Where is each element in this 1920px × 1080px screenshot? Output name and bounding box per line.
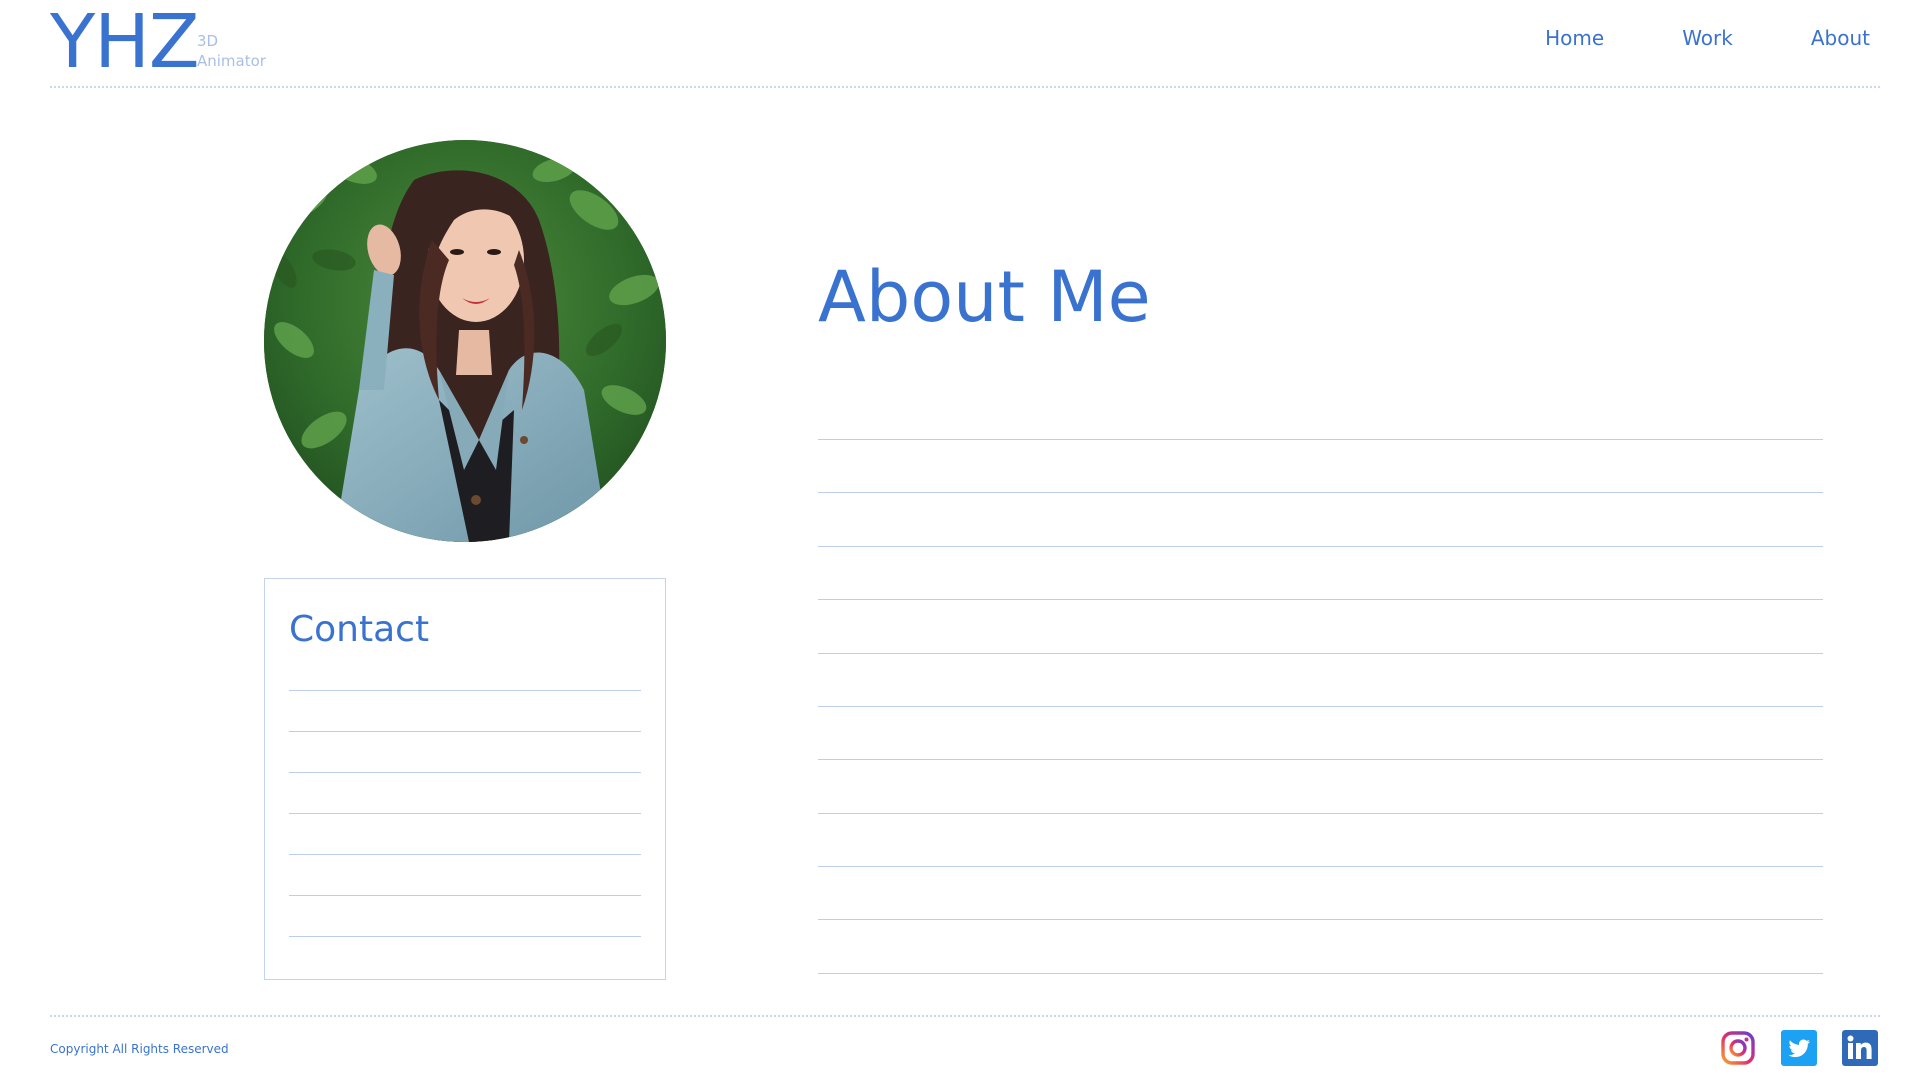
about-line [818, 973, 1823, 974]
contact-line [289, 936, 641, 937]
main-nav: Home Work About [1467, 26, 1870, 50]
site-logo[interactable]: YHZ [50, 2, 200, 82]
about-line [818, 919, 1823, 920]
site-header: YHZ 3D Animator Home Work About [50, 0, 1880, 88]
contact-line [289, 731, 641, 732]
contact-line [289, 813, 641, 814]
about-line [818, 492, 1823, 493]
nav-work[interactable]: Work [1682, 26, 1733, 50]
logo-subtitle-line-2: Animator [197, 52, 266, 70]
about-line [818, 759, 1823, 760]
twitter-icon[interactable] [1781, 1030, 1817, 1066]
contact-card: Contact [264, 578, 666, 980]
footer-divider [50, 1015, 1880, 1017]
contact-line [289, 772, 641, 773]
about-line [818, 653, 1823, 654]
about-line [818, 866, 1823, 867]
about-line [818, 599, 1823, 600]
instagram-icon[interactable] [1720, 1030, 1756, 1066]
social-links [1695, 1030, 1878, 1066]
about-title: About Me [818, 256, 1151, 338]
nav-home[interactable]: Home [1545, 26, 1604, 50]
contact-line [289, 854, 641, 855]
contact-line [289, 895, 641, 896]
profile-photo-illustration [264, 140, 666, 542]
about-line [818, 546, 1823, 547]
logo-subtitle-line-1: 3D [197, 32, 219, 50]
profile-photo [264, 140, 666, 542]
about-line [818, 706, 1823, 707]
logo-subtitle: 3D Animator [197, 31, 266, 71]
contact-title: Contact [289, 609, 430, 650]
copyright-text: Copyright All Rights Reserved [50, 1042, 229, 1056]
linkedin-icon[interactable] [1842, 1030, 1878, 1066]
nav-about[interactable]: About [1811, 26, 1870, 50]
about-line [818, 813, 1823, 814]
contact-line [289, 690, 641, 691]
about-line [818, 439, 1823, 440]
